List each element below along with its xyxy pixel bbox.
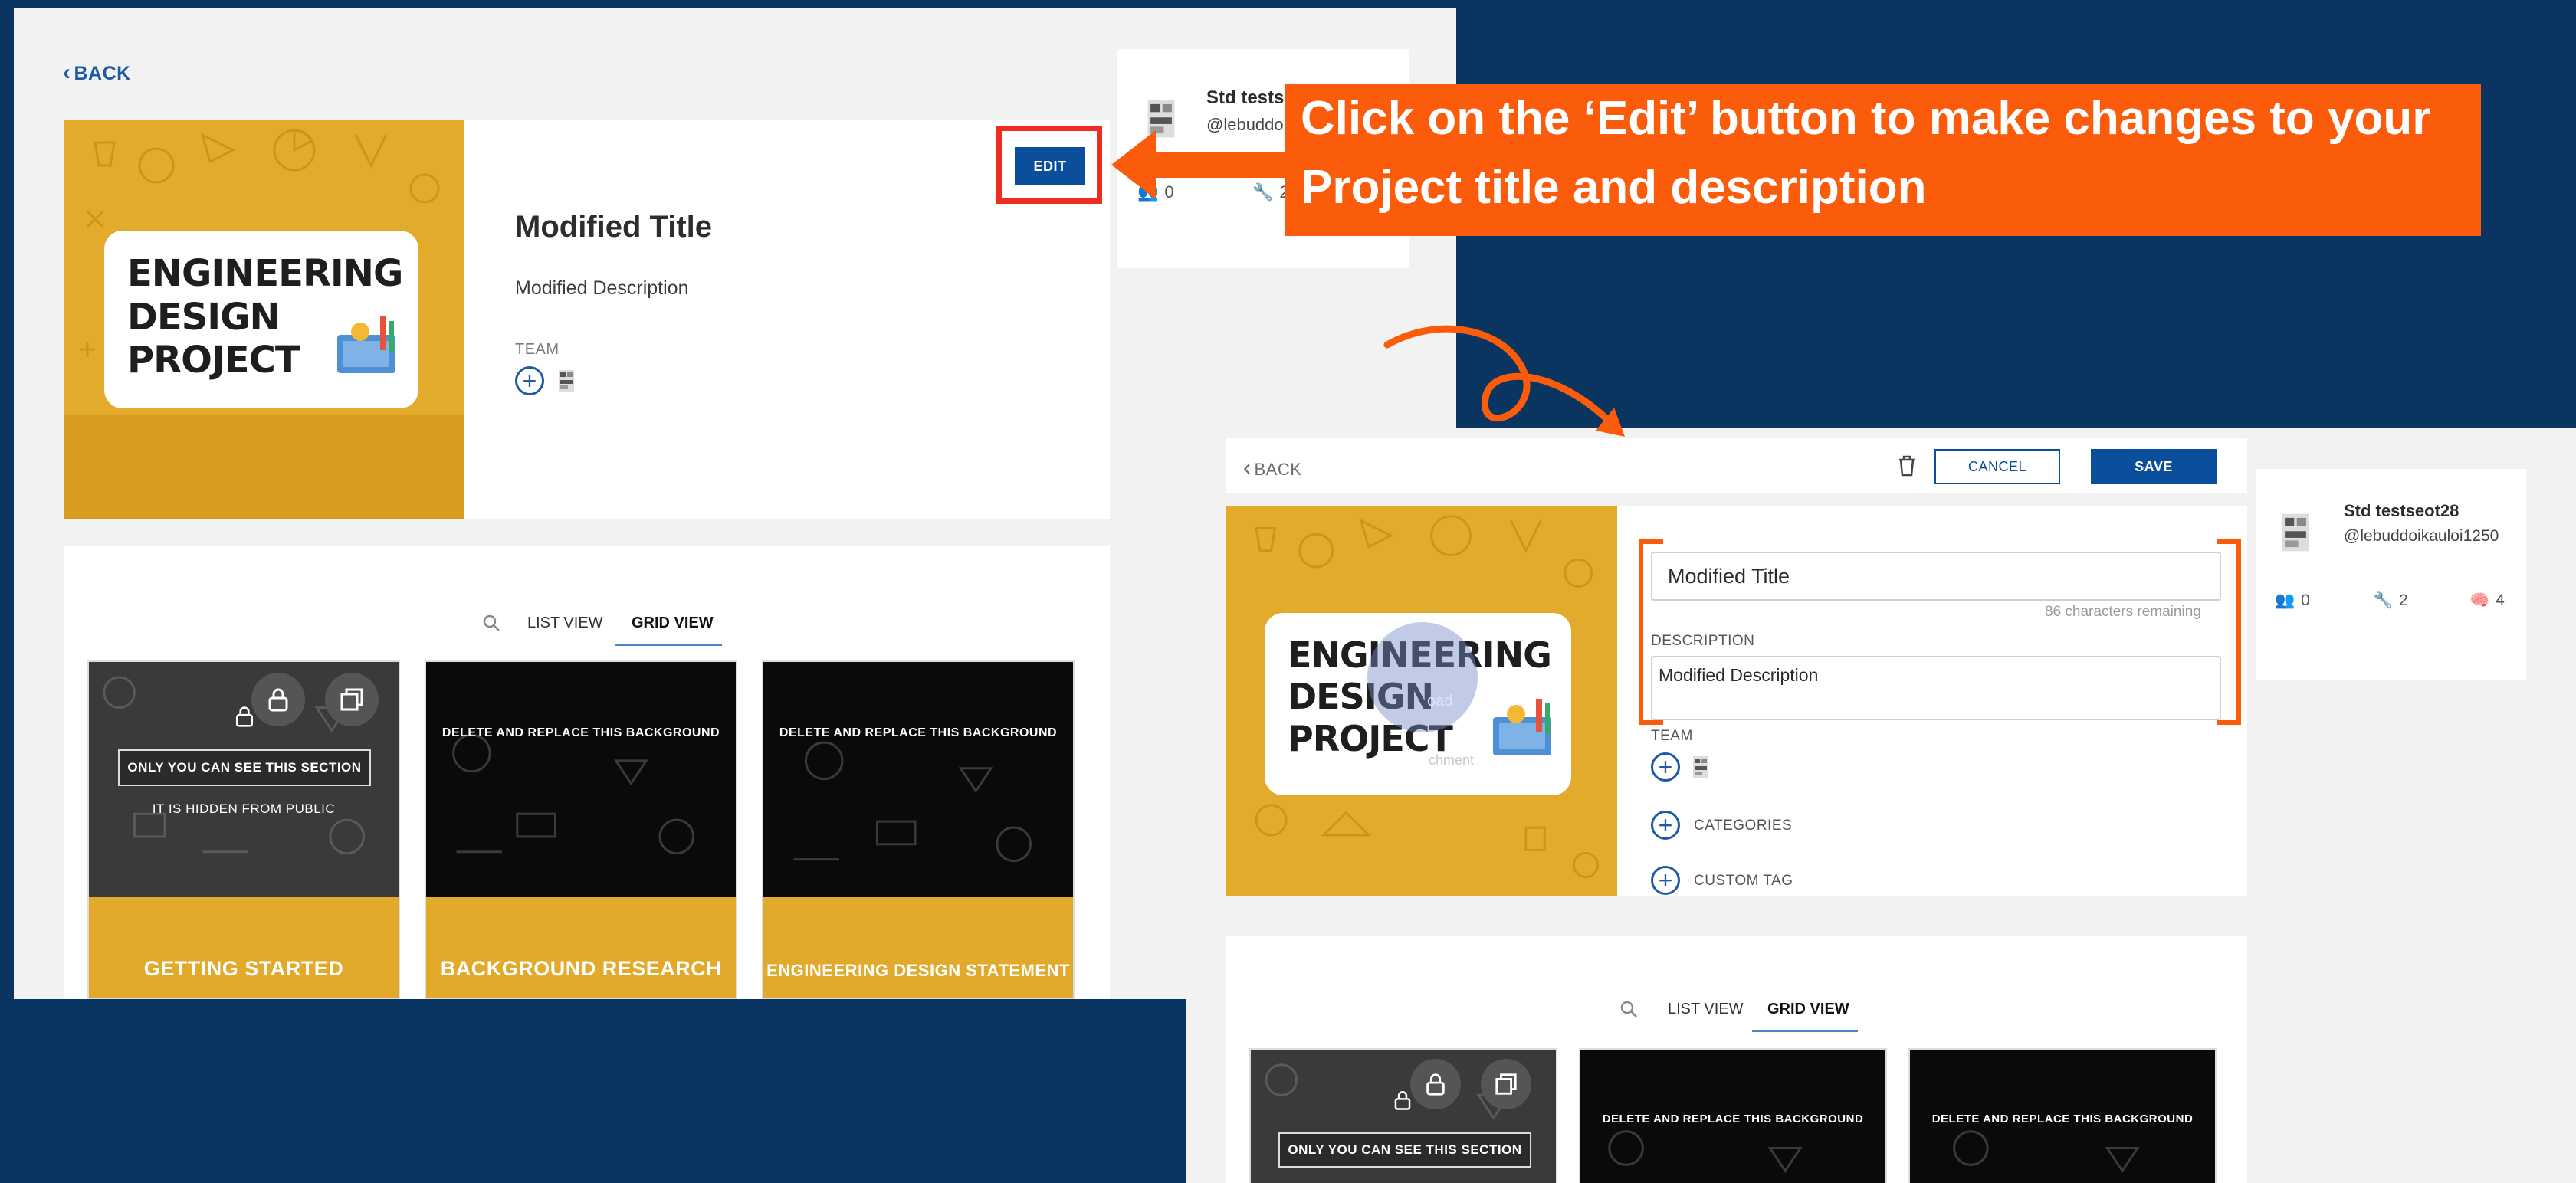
lock-icon[interactable] [1410,1059,1461,1109]
team-label: TEAM [515,341,560,358]
wrench-icon: 🔧 [2373,592,2394,609]
tile-wave [763,896,1073,998]
project-title: Modified Title [515,210,713,244]
section-tile[interactable]: DELETE AND REPLACE THIS BACKGROUND [1908,1048,2217,1183]
title-input[interactable]: Modified Title [1651,552,2221,601]
tile-wave [426,896,736,998]
list-view-tab[interactable]: LIST VIEW [1668,1001,1744,1018]
add-team-member-icon[interactable]: + [1651,752,1680,782]
back-link[interactable]: ‹ BACK [63,60,131,86]
cover-title-card: ENGINEERING DESIGN PROJECT [104,231,418,408]
user-name: Std tests [1206,87,1285,108]
project-description: Modified Description [515,277,689,299]
project-cover-image: ENGINEERING DESIGN PROJECT [64,120,464,519]
trash-icon[interactable] [1896,454,1918,478]
add-custom-tag-icon[interactable]: + [1651,866,1680,895]
add-category-icon[interactable]: + [1651,811,1680,840]
avatar-image [1693,756,1708,778]
description-label: DESCRIPTION [1651,633,1755,649]
categories-label[interactable]: CATEGORIES [1694,818,1792,834]
list-view-tab[interactable]: LIST VIEW [527,614,603,632]
back-link[interactable]: ‹ BACK [1243,455,1301,481]
section-tile[interactable]: ONLY YOU CAN SEE THIS SECTION [1249,1048,1557,1183]
tile-title: GETTING STARTED [143,957,344,980]
blueprint-icon [1493,699,1551,755]
instruction-callout: Click on the ‘Edit’ button to make chang… [1285,84,2481,236]
team-label: TEAM [1651,728,1693,744]
brain-icon: 🧠 [2469,592,2490,609]
form-highlight-left-bracket [1639,539,1663,725]
active-tab-underline [615,644,722,646]
arrow-left-icon [1111,130,1292,199]
search-icon[interactable] [481,613,501,633]
description-textarea[interactable]: Modified Description [1651,656,2221,720]
user-handle: @lebuddoikauloi1250 [2344,527,2499,545]
edit-button-highlight [996,126,1102,204]
upload-overlay[interactable] [1367,622,1478,732]
edit-project-card: ENGINEERING DESIGN PROJECT oad chment Mo… [1226,506,2247,896]
cover-band [64,415,464,519]
private-section-notice: ONLY YOU CAN SEE THIS SECTION [1278,1132,1531,1168]
grid-view-tab[interactable]: GRID VIEW [1767,1001,1849,1018]
upload-label: oad [1427,693,1453,709]
team-member-avatar[interactable] [1686,752,1715,782]
section-tile[interactable]: DELETE AND REPLACE THIS BACKGROUND ENGIN… [762,660,1075,999]
avatar-image [2282,513,2309,552]
project-header-card: ENGINEERING DESIGN PROJECT EDIT Modified… [64,120,1110,519]
lock-icon[interactable] [251,673,305,726]
section-tile[interactable]: DELETE AND REPLACE THIS BACKGROUND [1579,1048,1887,1183]
chevron-left-icon: ‹ [63,60,71,85]
user-avatar[interactable] [2270,507,2321,558]
curved-arrow-icon [1383,325,1625,437]
blueprint-icon [337,316,395,373]
tools-stat: 🔧 2 [2373,592,2408,609]
private-section-notice: ONLY YOU CAN SEE THIS SECTION [118,749,371,786]
add-team-member-icon[interactable]: + [515,366,544,395]
followers-stat: 👥0 [2275,592,2310,609]
tile-placeholder-note: DELETE AND REPLACE THIS BACKGROUND [1931,1113,2194,1126]
copy-icon[interactable] [1481,1059,1531,1109]
project-cover-image[interactable]: ENGINEERING DESIGN PROJECT oad chment [1226,506,1617,896]
callout-text: Click on the ‘Edit’ button to make chang… [1301,92,2431,214]
tile-placeholder-note: DELETE AND REPLACE THIS BACKGROUND [441,726,720,739]
tile-title: ENGINEERING DESIGN STATEMENT [766,961,1070,980]
search-icon[interactable] [1619,999,1639,1019]
avatar-image [559,370,574,392]
sections-grid-panel: LIST VIEW GRID VIEW ONLY YOU CAN SEE THI… [1226,936,2247,1183]
active-tab-underline [1752,1030,1858,1032]
section-tile[interactable]: DELETE AND REPLACE THIS BACKGROUND BACKG… [425,660,737,999]
user-name: Std testseot28 [2344,501,2460,520]
likes-stat: 🧠 4 [2469,592,2505,609]
form-highlight-right-bracket [2217,539,2241,725]
custom-tag-label[interactable]: CUSTOM TAG [1694,873,1793,890]
hidden-notice: IT IS HIDDEN FROM PUBLIC [152,801,336,816]
grid-view-tab[interactable]: GRID VIEW [632,614,714,632]
user-profile-card: Std testseot28 @lebuddoikauloi1250 👥 0 🔧 2… [2256,469,2526,680]
sections-grid-panel: LIST VIEW GRID VIEW ONLY YOU CAN SEE THI… [64,546,1110,999]
edit-project-screen: ‹ BACK CANCEL SAVE ENGINEERING DESIGN PR… [1186,428,2576,1183]
tile-placeholder-note: DELETE AND REPLACE THIS BACKGROUND [779,726,1058,739]
section-tile[interactable]: ONLY YOU CAN SEE THIS SECTION IT IS HIDD… [87,660,400,999]
team-member-avatar[interactable] [552,366,581,395]
users-icon: 👥 [2275,592,2295,609]
copy-icon[interactable] [325,673,379,726]
attachment-label: chment [1429,752,1475,768]
small-lock-icon [1394,1091,1411,1110]
characters-remaining: 86 characters remaining [2045,604,2201,620]
tile-wave [89,896,399,998]
chevron-left-icon: ‹ [1243,455,1252,480]
save-button[interactable]: SAVE [2091,449,2217,484]
small-lock-icon [235,706,254,727]
tile-placeholder-note: DELETE AND REPLACE THIS BACKGROUND [1602,1113,1864,1126]
cancel-button[interactable]: CANCEL [1934,449,2060,484]
tile-title: BACKGROUND RESEARCH [440,957,722,980]
